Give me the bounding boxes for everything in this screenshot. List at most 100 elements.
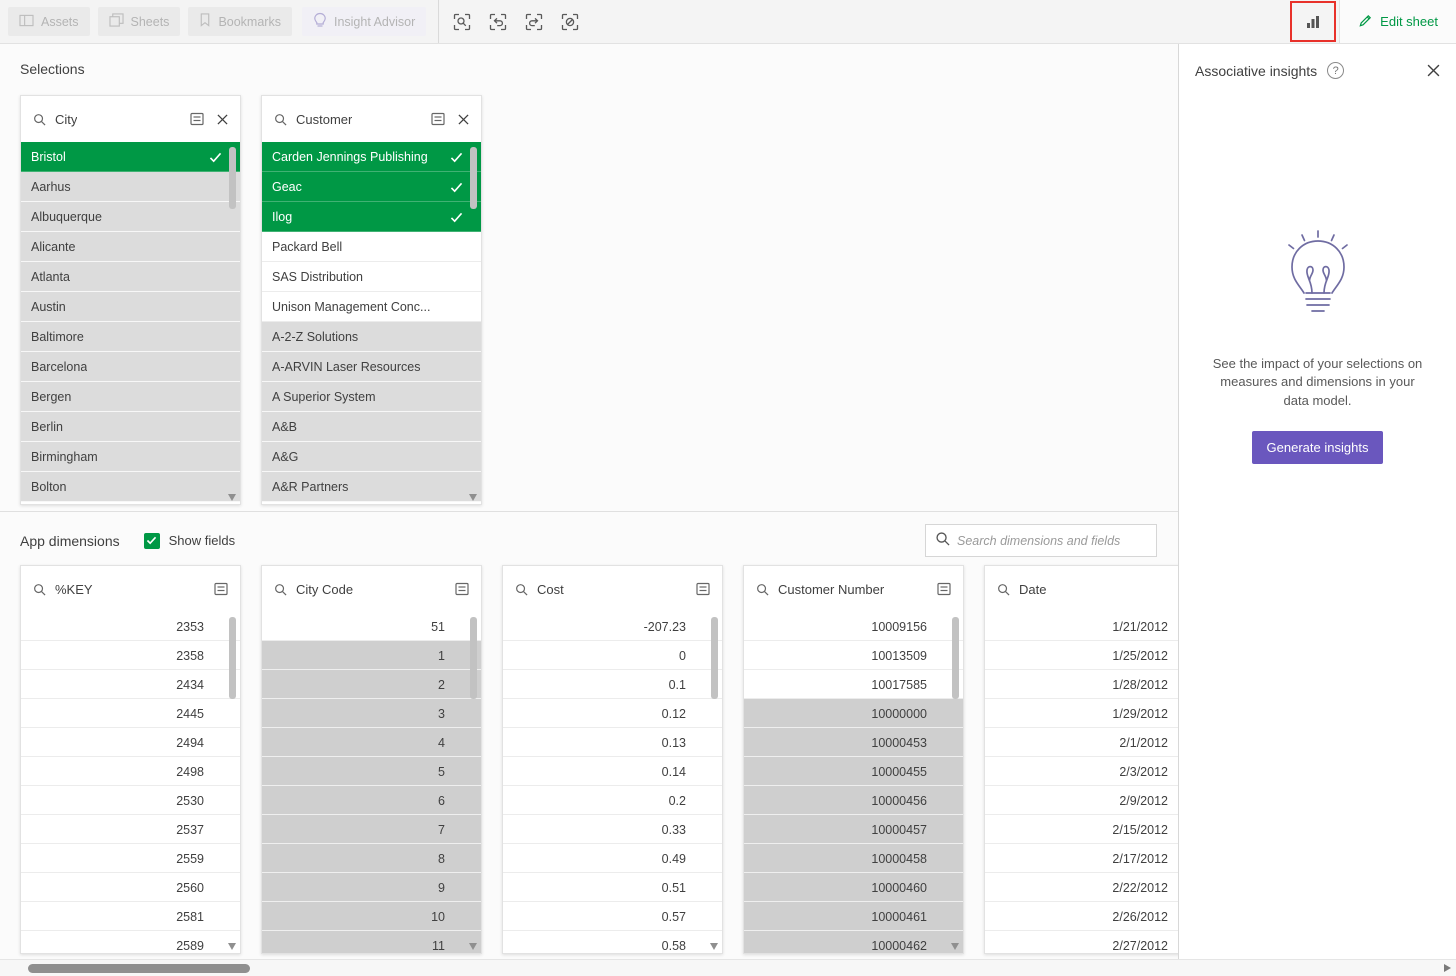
list-item[interactable]: A-2-Z Solutions (262, 322, 481, 352)
list-item[interactable]: 51 (262, 612, 481, 641)
list-item[interactable]: Albuquerque (21, 202, 240, 232)
list-item[interactable]: A&B (262, 412, 481, 442)
step-back-icon[interactable] (481, 5, 515, 39)
list-item[interactable]: 2/17/2012 (985, 844, 1178, 873)
list-item[interactable]: 0.58 (503, 931, 722, 953)
list-item[interactable]: 10009156 (744, 612, 963, 641)
scrollbar-thumb[interactable] (711, 617, 718, 699)
search-input[interactable] (957, 534, 1147, 548)
close-icon[interactable] (458, 114, 469, 125)
scrollbar-thumb[interactable] (470, 147, 477, 209)
list-item[interactable]: Carden Jennings Publishing (262, 142, 481, 172)
list-item[interactable]: 6 (262, 786, 481, 815)
search-icon[interactable] (33, 113, 46, 126)
list-item[interactable]: 1/21/2012 (985, 612, 1178, 641)
scrollbar-thumb[interactable] (28, 964, 250, 973)
list-item[interactable]: 0.13 (503, 728, 722, 757)
list-item[interactable]: A&R Partners (262, 472, 481, 502)
list-item[interactable]: Barcelona (21, 352, 240, 382)
scrollbar-thumb[interactable] (229, 147, 236, 209)
list-item[interactable]: 1/25/2012 (985, 641, 1178, 670)
list-item[interactable]: Geac (262, 172, 481, 202)
list-item[interactable]: 10000455 (744, 757, 963, 786)
sheets-button[interactable]: Sheets (98, 7, 181, 36)
list-item[interactable]: Bergen (21, 382, 240, 412)
scroll-down-arrow-icon[interactable] (228, 494, 236, 501)
list-item[interactable]: 10 (262, 902, 481, 931)
list-item[interactable]: 3 (262, 699, 481, 728)
list-item[interactable]: 7 (262, 815, 481, 844)
show-fields-checkbox[interactable] (144, 533, 160, 549)
scroll-down-arrow-icon[interactable] (951, 943, 959, 950)
scrollbar-vertical[interactable] (710, 615, 719, 951)
assets-button[interactable]: Assets (8, 7, 90, 36)
scrollbar-horizontal[interactable] (0, 959, 1456, 976)
list-item[interactable]: 2/9/2012 (985, 786, 1178, 815)
list-item[interactable]: Packard Bell (262, 232, 481, 262)
list-item[interactable]: Berlin (21, 412, 240, 442)
list-item[interactable]: Austin (21, 292, 240, 322)
list-item[interactable]: 2498 (21, 757, 240, 786)
list-item[interactable]: 2/26/2012 (985, 902, 1178, 931)
list-item[interactable]: 10000453 (744, 728, 963, 757)
list-item[interactable]: 2 (262, 670, 481, 699)
scrollbar-thumb[interactable] (470, 617, 477, 699)
list-item[interactable]: 0.57 (503, 902, 722, 931)
list-item[interactable]: 0.2 (503, 786, 722, 815)
list-item[interactable]: 10000462 (744, 931, 963, 953)
list-item[interactable]: Birmingham (21, 442, 240, 472)
list-item[interactable]: 2537 (21, 815, 240, 844)
list-menu-icon[interactable] (937, 582, 951, 596)
list-item[interactable]: Baltimore (21, 322, 240, 352)
search-icon[interactable] (33, 583, 46, 596)
list-item[interactable]: 10000000 (744, 699, 963, 728)
list-item[interactable]: 10000460 (744, 873, 963, 902)
list-item[interactable]: 0.12 (503, 699, 722, 728)
list-menu-icon[interactable] (455, 582, 469, 596)
list-item[interactable]: 2581 (21, 902, 240, 931)
list-item[interactable]: -207.23 (503, 612, 722, 641)
list-item[interactable]: 0.14 (503, 757, 722, 786)
list-item[interactable]: 10000461 (744, 902, 963, 931)
list-item[interactable]: A-ARVIN Laser Resources (262, 352, 481, 382)
scrollbar-vertical[interactable] (951, 615, 960, 951)
list-item[interactable]: 1 (262, 641, 481, 670)
list-item[interactable]: 10000456 (744, 786, 963, 815)
scroll-down-arrow-icon[interactable] (469, 494, 477, 501)
scrollbar-vertical[interactable] (228, 615, 237, 951)
close-icon[interactable] (217, 114, 228, 125)
help-icon[interactable]: ? (1327, 62, 1344, 79)
list-item[interactable]: 2445 (21, 699, 240, 728)
list-item[interactable]: Ilog (262, 202, 481, 232)
list-item[interactable]: 11 (262, 931, 481, 953)
search-icon[interactable] (515, 583, 528, 596)
insights-toggle-icon[interactable] (1295, 6, 1331, 38)
list-menu-icon[interactable] (431, 112, 445, 126)
bookmarks-button[interactable]: Bookmarks (188, 7, 292, 36)
list-item[interactable]: 4 (262, 728, 481, 757)
scrollbar-thumb[interactable] (952, 617, 959, 699)
list-item[interactable]: 2/15/2012 (985, 815, 1178, 844)
smart-search-icon[interactable] (445, 5, 479, 39)
clear-selections-icon[interactable] (553, 5, 587, 39)
list-item[interactable]: 1/28/2012 (985, 670, 1178, 699)
list-item[interactable]: 0.49 (503, 844, 722, 873)
search-icon[interactable] (274, 583, 287, 596)
search-icon[interactable] (274, 113, 287, 126)
list-item[interactable]: A Superior System (262, 382, 481, 412)
list-item[interactable]: 10017585 (744, 670, 963, 699)
list-item[interactable]: 2559 (21, 844, 240, 873)
list-menu-icon[interactable] (190, 112, 204, 126)
search-icon[interactable] (997, 583, 1010, 596)
list-item[interactable]: 2530 (21, 786, 240, 815)
list-item[interactable]: A&G (262, 442, 481, 472)
list-item[interactable]: Bolton (21, 472, 240, 502)
scrollbar-vertical[interactable] (228, 145, 237, 502)
list-item[interactable]: 0.51 (503, 873, 722, 902)
list-item[interactable]: 2494 (21, 728, 240, 757)
scroll-down-arrow-icon[interactable] (469, 943, 477, 950)
list-item[interactable]: 8 (262, 844, 481, 873)
list-menu-icon[interactable] (214, 582, 228, 596)
list-item[interactable]: 2/22/2012 (985, 873, 1178, 902)
list-item[interactable]: 0 (503, 641, 722, 670)
